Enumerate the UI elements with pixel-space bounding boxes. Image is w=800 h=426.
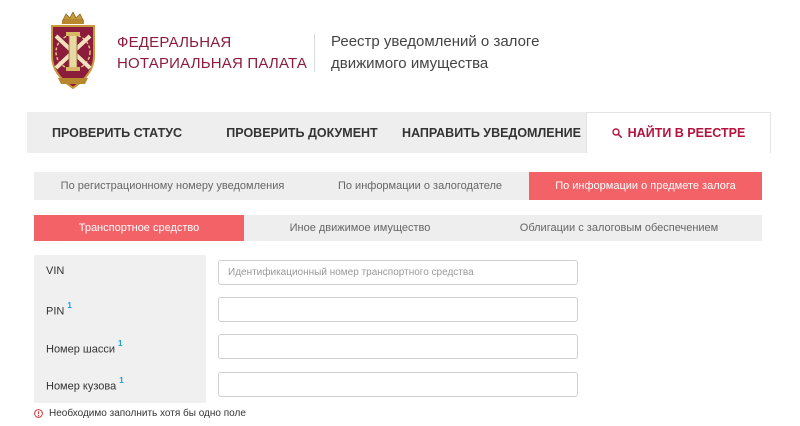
- vin-input[interactable]: [218, 260, 578, 285]
- footnote-mark: 1: [118, 339, 123, 348]
- tab-secured-bonds[interactable]: Облигации с залоговым обеспечением: [476, 215, 762, 241]
- required-field-hint: Необходимо заполнить хотя бы одно поле: [34, 408, 246, 419]
- nav-find-in-registry-label: НАЙТИ В РЕЕСТРЕ: [627, 126, 746, 140]
- nav-check-status[interactable]: ПРОВЕРИТЬ СТАТУС: [27, 112, 207, 153]
- main-navigation: ПРОВЕРИТЬ СТАТУС ПРОВЕРИТЬ ДОКУМЕНТ НАПР…: [27, 112, 771, 153]
- nav-find-in-registry[interactable]: НАЙТИ В РЕЕСТРЕ: [586, 112, 771, 153]
- organization-name-line1: ФЕДЕРАЛЬНАЯ: [117, 34, 232, 51]
- tab-by-pledgor-info-label: По информации о залогодателе: [337, 180, 503, 192]
- body-number-input[interactable]: [218, 372, 578, 397]
- vin-label-text: VIN: [46, 265, 65, 277]
- vehicle-search-form-labels: VIN PIN1 Номер шасси1 Номер кузова1: [34, 255, 206, 403]
- required-field-hint-text: Необходимо заполнить хотя бы одно поле: [49, 408, 246, 419]
- nav-check-status-label: ПРОВЕРИТЬ СТАТУС: [51, 125, 183, 140]
- vin-label: VIN: [46, 265, 64, 277]
- tab-vehicle[interactable]: Транспортное средство: [34, 215, 244, 241]
- pin-label: PIN1: [46, 301, 72, 318]
- tab-secured-bonds-label: Облигации с залоговым обеспечением: [519, 222, 719, 234]
- pin-label-text: PIN: [46, 305, 65, 318]
- nav-check-document-label: ПРОВЕРИТЬ ДОКУМЕНТ: [226, 125, 378, 140]
- search-icon: [611, 128, 622, 138]
- tab-by-pledge-subject-info-label: По информации о предмете залога: [555, 180, 736, 192]
- tab-by-pledgor-info[interactable]: По информации о залогодателе: [311, 172, 529, 200]
- nav-send-notification[interactable]: НАПРАВИТЬ УВЕДОМЛЕНИЕ: [397, 112, 586, 153]
- property-type-tabs: Транспортное средство Иное движимое имущ…: [34, 215, 762, 241]
- organization-name[interactable]: ФЕДЕРАЛЬНАЯ НОТАРИАЛЬНАЯ ПАЛАТА: [117, 32, 307, 74]
- nav-check-document[interactable]: ПРОВЕРИТЬ ДОКУМЕНТ: [207, 112, 397, 153]
- header-divider: [314, 34, 315, 72]
- organization-name-line2: НОТАРИАЛЬНАЯ ПАЛАТА: [117, 55, 308, 72]
- tab-other-movable-property[interactable]: Иное движимое имущество: [244, 215, 476, 241]
- registry-title-line1: Реестр уведомлений о залоге: [331, 33, 540, 50]
- info-circle-icon: [34, 409, 43, 418]
- registry-title: Реестр уведомлений о залоге движимого им…: [331, 31, 539, 75]
- chassis-number-label-text: Номер шасси: [46, 343, 116, 356]
- footnote-mark: 1: [119, 376, 124, 385]
- header: ФЕДЕРАЛЬНАЯ НОТАРИАЛЬНАЯ ПАЛАТА Реестр у…: [0, 0, 800, 112]
- tab-vehicle-label: Транспортное средство: [78, 222, 200, 234]
- tab-by-notification-number[interactable]: По регистрационному номеру уведомления: [34, 172, 311, 200]
- nav-send-notification-label: НАПРАВИТЬ УВЕДОМЛЕНИЕ: [402, 125, 581, 140]
- tab-by-notification-number-label: По регистрационному номеру уведомления: [60, 180, 285, 192]
- chassis-number-input[interactable]: [218, 334, 578, 359]
- body-number-label-text: Номер кузова: [46, 380, 117, 393]
- footnote-mark: 1: [67, 301, 72, 310]
- tab-by-pledge-subject-info[interactable]: По информации о предмете залога: [529, 172, 762, 200]
- body-number-label: Номер кузова1: [46, 376, 124, 393]
- pin-input[interactable]: [218, 297, 578, 322]
- tab-other-movable-property-label: Иное движимое имущество: [289, 222, 431, 234]
- registry-title-line2: движимого имущества: [331, 55, 489, 72]
- chassis-number-label: Номер шасси1: [46, 339, 123, 356]
- notary-chamber-emblem-icon[interactable]: [42, 12, 104, 92]
- search-mode-tabs: По регистрационному номеру уведомления П…: [34, 172, 762, 200]
